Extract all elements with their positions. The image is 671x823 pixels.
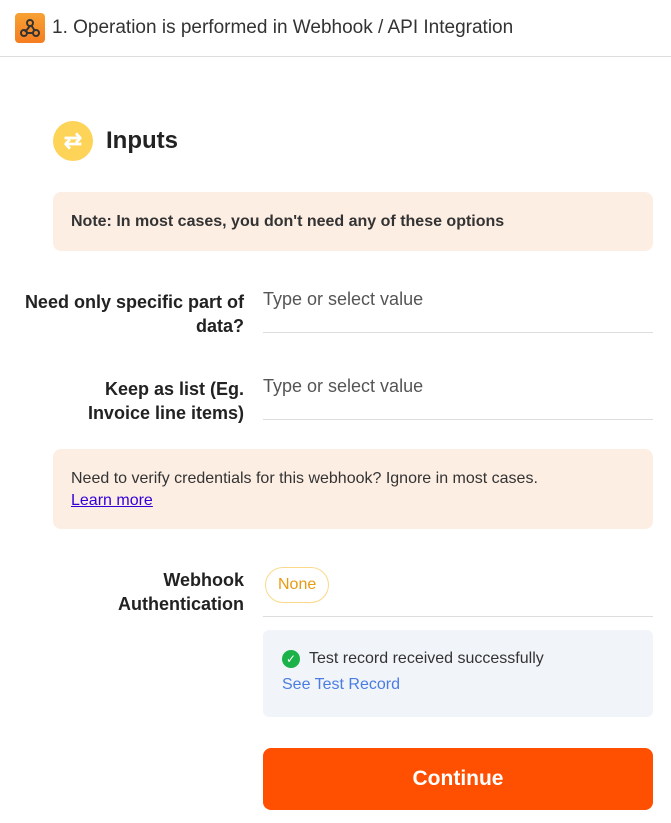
keep-as-list-input[interactable]: Type or select value bbox=[263, 376, 653, 420]
step-header[interactable]: 1. Operation is performed in Webhook / A… bbox=[0, 0, 671, 57]
swap-arrows-icon: ⇄ bbox=[53, 121, 93, 161]
webhook-icon bbox=[15, 13, 45, 43]
specific-data-label: Need only specific part of data? bbox=[24, 292, 244, 336]
test-record-status: ✓ Test record received successfully See T… bbox=[263, 630, 653, 717]
learn-more-link[interactable]: Learn more bbox=[71, 492, 153, 509]
specific-data-input[interactable]: Type or select value bbox=[263, 289, 653, 333]
credentials-note: Need to verify credentials for this webh… bbox=[53, 449, 653, 529]
keep-as-list-label: Keep as list (Eg. Invoice line items) bbox=[87, 379, 244, 423]
continue-button[interactable]: Continue bbox=[263, 748, 653, 810]
inputs-heading: ⇄ Inputs bbox=[53, 121, 178, 161]
step-title: 1. Operation is performed in Webhook / A… bbox=[52, 17, 514, 38]
success-message: Test record received successfully bbox=[309, 650, 544, 667]
webhook-auth-label: Webhook Authentication bbox=[118, 570, 244, 614]
inputs-title: Inputs bbox=[106, 127, 178, 154]
see-test-record-link[interactable]: See Test Record bbox=[282, 676, 634, 694]
auth-none-pill[interactable]: None bbox=[265, 567, 330, 603]
check-circle-icon: ✓ bbox=[282, 650, 300, 668]
options-note: Note: In most cases, you don't need any … bbox=[53, 192, 653, 251]
credentials-note-text: Need to verify credentials for this webh… bbox=[71, 470, 538, 487]
